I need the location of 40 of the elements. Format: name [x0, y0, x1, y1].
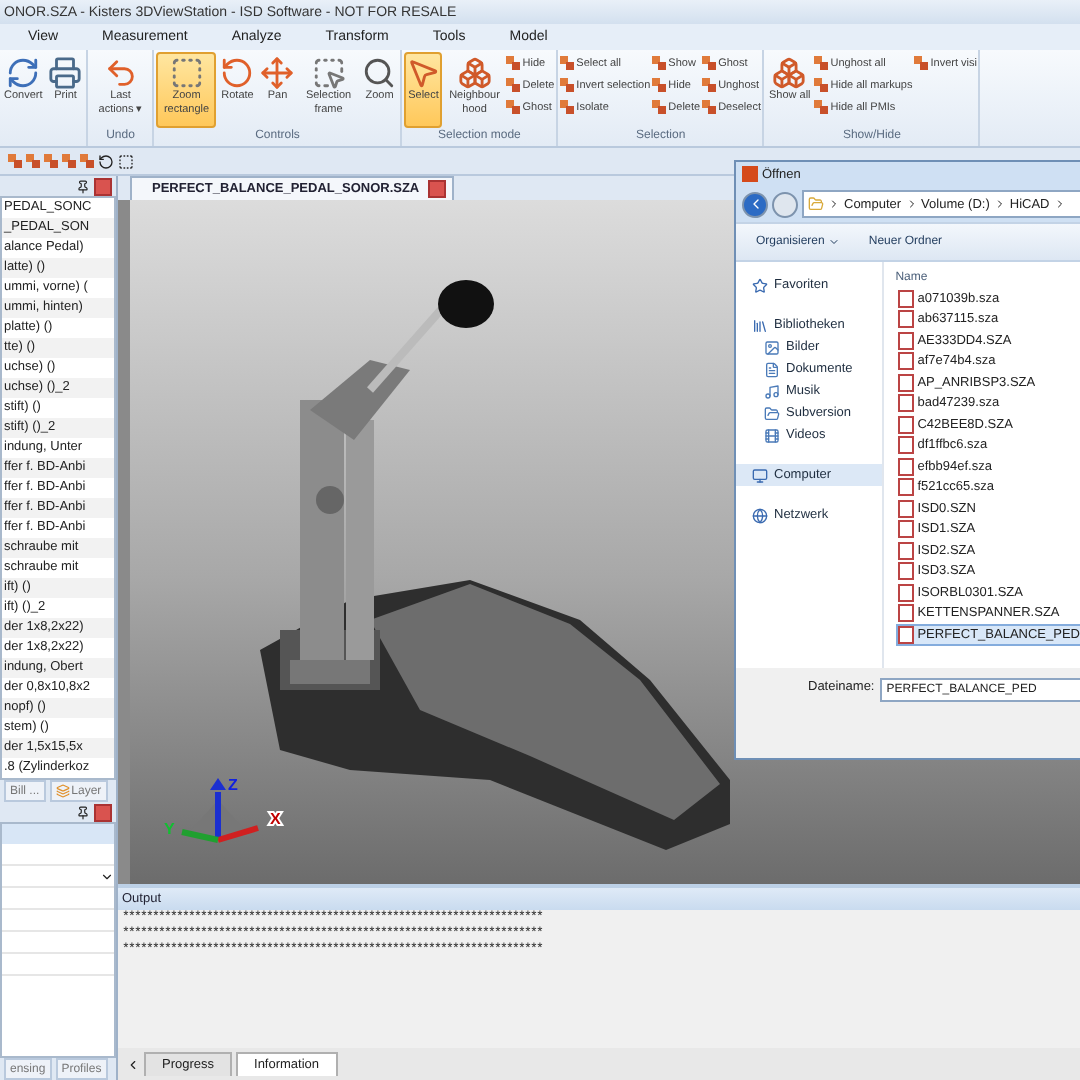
pin-icon — [76, 805, 90, 819]
boxes-icon — [457, 56, 492, 90]
move-arrows-icon — [260, 56, 295, 90]
chevron-right-icon — [905, 198, 918, 210]
dashed-rectangle-icon — [169, 56, 204, 90]
close-icon[interactable] — [94, 803, 112, 821]
axis-triad-drawing: Z Y X — [158, 772, 294, 860]
nav-icon — [752, 467, 768, 483]
nav-icon — [752, 277, 768, 293]
app-logo-icon — [742, 166, 758, 182]
rotate-icon — [98, 153, 114, 169]
blocks-icon — [914, 56, 929, 70]
selection-frame-icon — [311, 56, 346, 90]
back-button[interactable] — [742, 191, 768, 217]
pin-icon — [76, 179, 90, 193]
printer-icon — [48, 56, 83, 90]
dropdown-icon[interactable] — [100, 869, 114, 883]
folder-icon — [808, 196, 824, 212]
chevron-left-icon[interactable] — [126, 1057, 140, 1071]
rectangle-icon — [118, 153, 134, 169]
caret-icon — [828, 236, 841, 248]
close-icon[interactable] — [427, 180, 446, 198]
nav-icon — [764, 361, 780, 377]
boxes-icon — [772, 56, 807, 90]
layers-icon — [55, 784, 70, 798]
search-icon — [362, 56, 397, 90]
refresh-icon — [6, 56, 41, 90]
pointer-icon — [406, 56, 441, 90]
chevron-right-icon — [828, 198, 840, 210]
nav-icon — [764, 383, 780, 399]
nav-icon — [764, 427, 780, 443]
nav-icon — [752, 507, 768, 523]
nav-icon — [764, 405, 780, 421]
rotate-icon — [220, 56, 255, 90]
chevron-right-icon — [1053, 198, 1066, 210]
chevron-right-icon — [993, 198, 1006, 210]
nav-icon — [764, 339, 780, 355]
undo-icon — [103, 56, 138, 90]
close-icon[interactable] — [94, 177, 112, 195]
nav-icon — [752, 317, 768, 333]
